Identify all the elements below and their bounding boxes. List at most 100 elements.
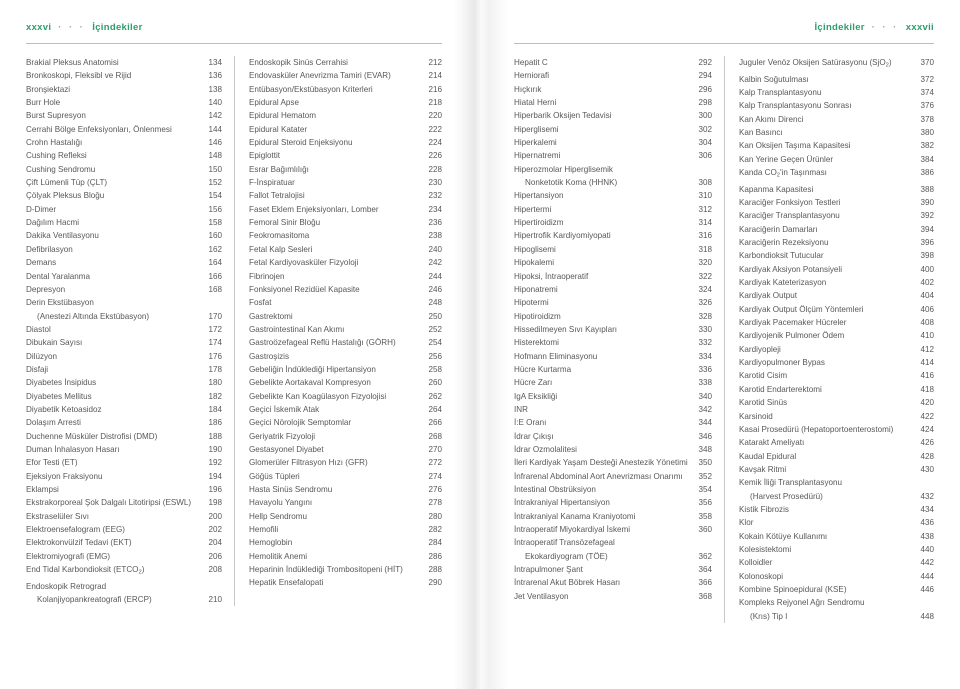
index-entry[interactable]: Heparinin İndüklediği Trombositopeni (Hİ… [249,563,442,576]
index-entry[interactable]: Hipoglisemi 318 [514,243,712,256]
index-entry[interactable]: Epiglottit 226 [249,149,442,162]
index-entry[interactable]: Karotid Sinüs 420 [739,396,934,409]
index-entry[interactable]: Fetal Kalp Sesleri 240 [249,243,442,256]
index-entry[interactable]: Epidural Steroid Enjeksiyonu 224 [249,136,442,149]
index-entry[interactable]: Hiperglisemi 302 [514,123,712,136]
index-entry[interactable]: Klor 436 [739,516,934,529]
index-entry[interactable]: Kaudal Epidural 428 [739,450,934,463]
index-entry[interactable]: (Anestezi Altında Ekstübasyon) 170 [26,310,222,323]
index-entry[interactable]: Cushing Sendromu 150 [26,163,222,176]
index-entry[interactable]: Hipotermi 326 [514,296,712,309]
index-entry[interactable]: Gestasyonel Diyabet 270 [249,443,442,456]
index-entry[interactable]: Gebelikte Kan Koagülasyon Fizyolojisi 262 [249,390,442,403]
index-entry[interactable]: Feokromasitoma 238 [249,229,442,242]
index-entry[interactable]: Hipernatremi 306 [514,149,712,162]
index-entry[interactable]: Cushing Refleksi 148 [26,149,222,162]
index-entry[interactable]: Histerektomi 332 [514,336,712,349]
index-entry[interactable]: (Harvest Prosedürü) 432 [739,490,934,503]
index-entry[interactable]: Entübasyon/Ekstübasyon Kriterleri 216 [249,83,442,96]
index-entry[interactable]: Hasta Sinüs Sendromu 276 [249,483,442,496]
index-entry[interactable]: Göğüs Tüpleri 274 [249,470,442,483]
index-entry[interactable]: Fetal Kardiyovasküler Fizyoloji 242 [249,256,442,269]
index-entry[interactable]: Havayolu Yangını 278 [249,496,442,509]
index-entry[interactable]: Diyabetik Ketoasidoz 184 [26,403,222,416]
index-entry[interactable]: F-İnspiratuar 230 [249,176,442,189]
index-entry[interactable]: Geriyatrik Fizyoloji 268 [249,430,442,443]
index-entry[interactable]: Dakika Ventilasyonu 160 [26,229,222,242]
index-entry[interactable]: Cerrahi Bölge Enfeksiyonları, Önlenmesi 1… [26,123,222,136]
index-entry[interactable]: Hiperozmolar Hiperglisemik [514,163,712,176]
index-entry[interactable]: Hofmann Eliminasyonu 334 [514,350,712,363]
index-entry[interactable]: Kalp Transplantasyonu Sonrası 376 [739,99,934,112]
index-entry[interactable]: Kalp Transplantasyonu 374 [739,86,934,99]
index-entry[interactable]: Hiperkalemi 304 [514,136,712,149]
index-entry[interactable]: Duchenne Müsküler Distrofisi (DMD) 188 [26,430,222,443]
index-entry[interactable]: Karbondioksit Tutucular 398 [739,249,934,262]
index-entry[interactable]: Gastrointestinal Kan Akımı 252 [249,323,442,336]
index-entry[interactable]: İntraoperatif Miyokardiyal İskemi 360 [514,523,712,536]
index-entry[interactable]: Karaciğer Fonksiyon Testleri 390 [739,196,934,209]
index-entry[interactable]: Endoskopik Sinüs Cerrahisi 212 [249,56,442,69]
index-entry[interactable]: İntrakraniyal Kanama Kraniyotomi 358 [514,510,712,523]
index-entry[interactable]: İntrakraniyal Hipertansiyon 356 [514,496,712,509]
index-entry[interactable]: IgA Eksikliği 340 [514,390,712,403]
index-entry[interactable]: Ekokardiyogram (TÖE) 362 [514,550,712,563]
index-entry[interactable]: Gastroşizis 256 [249,350,442,363]
index-entry[interactable]: Hepatit C 292 [514,56,712,69]
index-entry[interactable]: Femoral Sinir Bloğu 236 [249,216,442,229]
index-entry[interactable]: İntraoperatif Transözefageal [514,536,712,549]
index-entry[interactable]: Crohn Hastalığı 146 [26,136,222,149]
index-entry[interactable]: Ekstraselüler Sıvı 200 [26,510,222,523]
index-entry[interactable]: Kokain Kötüye Kullanımı 438 [739,530,934,543]
index-entry[interactable]: Dental Yaralanma 166 [26,270,222,283]
index-entry[interactable]: Kardiyak Output Ölçüm Yöntemleri 406 [739,303,934,316]
index-entry[interactable]: Fibrinojen 244 [249,270,442,283]
index-entry[interactable]: Kardiyak Output 404 [739,289,934,302]
index-entry[interactable]: Elektrokonvülzif Tedavi (EKT) 204 [26,536,222,549]
index-entry[interactable]: Eklampsi 196 [26,483,222,496]
index-entry[interactable]: Gebeliğin İndüklediği Hipertansiyon 258 [249,363,442,376]
index-entry[interactable]: İntrapulmoner Şant 364 [514,563,712,576]
index-entry[interactable]: Çift Lümenli Tüp (ÇLT) 152 [26,176,222,189]
index-entry[interactable]: Demans 164 [26,256,222,269]
index-entry[interactable]: Hellp Sendromu 280 [249,510,442,523]
index-entry[interactable]: Hücre Kurtarma 336 [514,363,712,376]
index-entry[interactable]: Geçici Nörolojik Semptomlar 266 [249,416,442,429]
index-entry[interactable]: Dilüzyon 176 [26,350,222,363]
index-entry[interactable]: Hiatal Herni 298 [514,96,712,109]
index-entry[interactable]: Kistik Fibrozis 434 [739,503,934,516]
index-entry[interactable]: Kan Basıncı 380 [739,126,934,139]
index-entry[interactable]: Gebelikte Aortakaval Kompresyon 260 [249,376,442,389]
index-entry[interactable]: Karotid Endarterektomi 418 [739,383,934,396]
index-entry[interactable]: Elektromiyografi (EMG) 206 [26,550,222,563]
index-entry[interactable]: İ:E Oranı 344 [514,416,712,429]
index-entry[interactable]: Derin Ekstübasyon [26,296,222,309]
index-entry[interactable]: Esrar Bağımlılığı 228 [249,163,442,176]
index-entry[interactable]: Kombine Spinoepidural (KSE) 446 [739,583,934,596]
index-entry[interactable]: Faset Eklem Enjeksiyonları, Lomber 234 [249,203,442,216]
index-entry[interactable]: Hücre Zarı 338 [514,376,712,389]
index-entry[interactable]: Kompleks Rejyonel Ağrı Sendromu [739,596,934,609]
index-entry[interactable]: İdrar Ozmolalitesi 348 [514,443,712,456]
index-entry[interactable]: Hemolitik Anemi 286 [249,550,442,563]
index-entry[interactable]: Fosfat 248 [249,296,442,309]
index-entry[interactable]: İntrarenal Akut Böbrek Hasarı 366 [514,576,712,589]
index-entry[interactable]: Çölyak Pleksus Bloğu 154 [26,189,222,202]
index-entry[interactable]: Juguler Venöz Oksijen Satürasyonu (SjO2)… [739,56,934,73]
index-entry[interactable]: Kolloidler 442 [739,556,934,569]
index-entry[interactable]: Kemik İliği Transplantasyonu [739,476,934,489]
index-entry[interactable]: Epidural Apse 218 [249,96,442,109]
index-entry[interactable]: Karsinoid 422 [739,410,934,423]
index-entry[interactable]: Diastol 172 [26,323,222,336]
index-entry[interactable]: Hemofili 282 [249,523,442,536]
index-entry[interactable]: Geçici İskemik Atak 264 [249,403,442,416]
index-entry[interactable]: Karotid Cisim 416 [739,369,934,382]
index-entry[interactable]: Hipoksi, İntraoperatif 322 [514,270,712,283]
index-entry[interactable]: Hepatik Ensefalopati 290 [249,576,442,589]
index-entry[interactable]: Hemoglobin 284 [249,536,442,549]
index-entry[interactable]: Burst Supresyon 142 [26,109,222,122]
index-entry[interactable]: İntestinal Obstrüksiyon 354 [514,483,712,496]
index-entry[interactable]: Dolaşım Arresti 186 [26,416,222,429]
index-entry[interactable]: Karaciğerin Damarları 394 [739,223,934,236]
index-entry[interactable]: Herniorafi 294 [514,69,712,82]
